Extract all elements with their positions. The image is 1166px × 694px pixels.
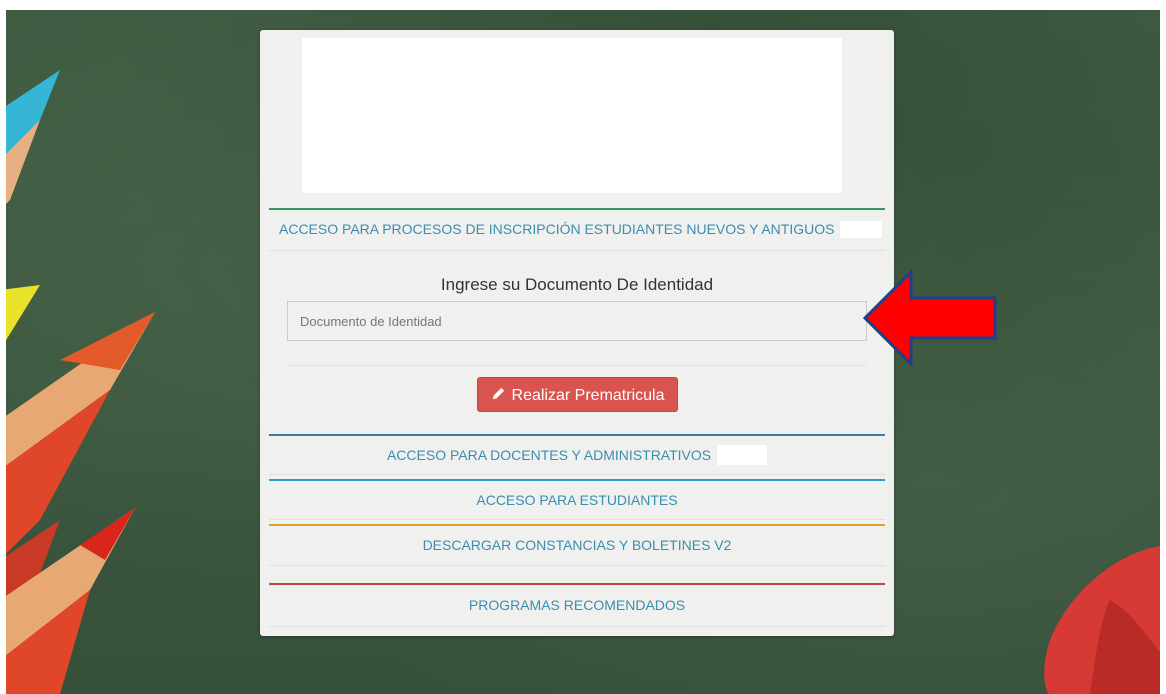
login-panel: ACCESO PARA PROCESOS DE INSCRIPCIÓN ESTU… bbox=[260, 30, 894, 636]
logo-area bbox=[302, 38, 842, 193]
heart-decoration bbox=[1044, 545, 1166, 694]
document-prompt: Ingrese su Documento De Identidad bbox=[440, 275, 714, 294]
teachers-admin-access-label: ACCESO PARA DOCENTES Y ADMINISTRATIVOS bbox=[386, 447, 712, 463]
recommended-programs-link[interactable]: PROGRAMAS RECOMENDADOS bbox=[269, 583, 885, 627]
redacted-block bbox=[717, 445, 768, 466]
redacted-block bbox=[840, 221, 882, 238]
students-access-label: ACCESO PARA ESTUDIANTES bbox=[476, 492, 678, 508]
image-border-right bbox=[1160, 0, 1166, 694]
pencil-icon bbox=[491, 380, 506, 413]
students-access-link[interactable]: ACCESO PARA ESTUDIANTES bbox=[269, 479, 885, 520]
image-border-left bbox=[0, 0, 6, 694]
recommended-programs-label: PROGRAMAS RECOMENDADOS bbox=[468, 597, 686, 613]
enrollment-access-label: ACCESO PARA PROCESOS DE INSCRIPCIÓN ESTU… bbox=[279, 221, 835, 237]
download-certificates-label: DESCARGAR CONSTANCIAS Y BOLETINES V2 bbox=[422, 537, 732, 553]
image-border-top bbox=[0, 0, 1166, 10]
teachers-admin-access-link[interactable]: ACCESO PARA DOCENTES Y ADMINISTRATIVOS bbox=[269, 434, 885, 475]
enrollment-access-header[interactable]: ACCESO PARA PROCESOS DE INSCRIPCIÓN ESTU… bbox=[269, 208, 885, 251]
download-certificates-link[interactable]: DESCARGAR CONSTANCIAS Y BOLETINES V2 bbox=[269, 524, 885, 566]
document-input[interactable] bbox=[287, 301, 867, 341]
prematricula-button-label: Realizar Prematricula bbox=[511, 387, 665, 404]
divider bbox=[287, 365, 867, 366]
colored-pencils-decoration bbox=[0, 70, 155, 694]
prematricula-button[interactable]: Realizar Prematricula bbox=[477, 377, 678, 412]
red-arrow-icon bbox=[863, 268, 997, 368]
